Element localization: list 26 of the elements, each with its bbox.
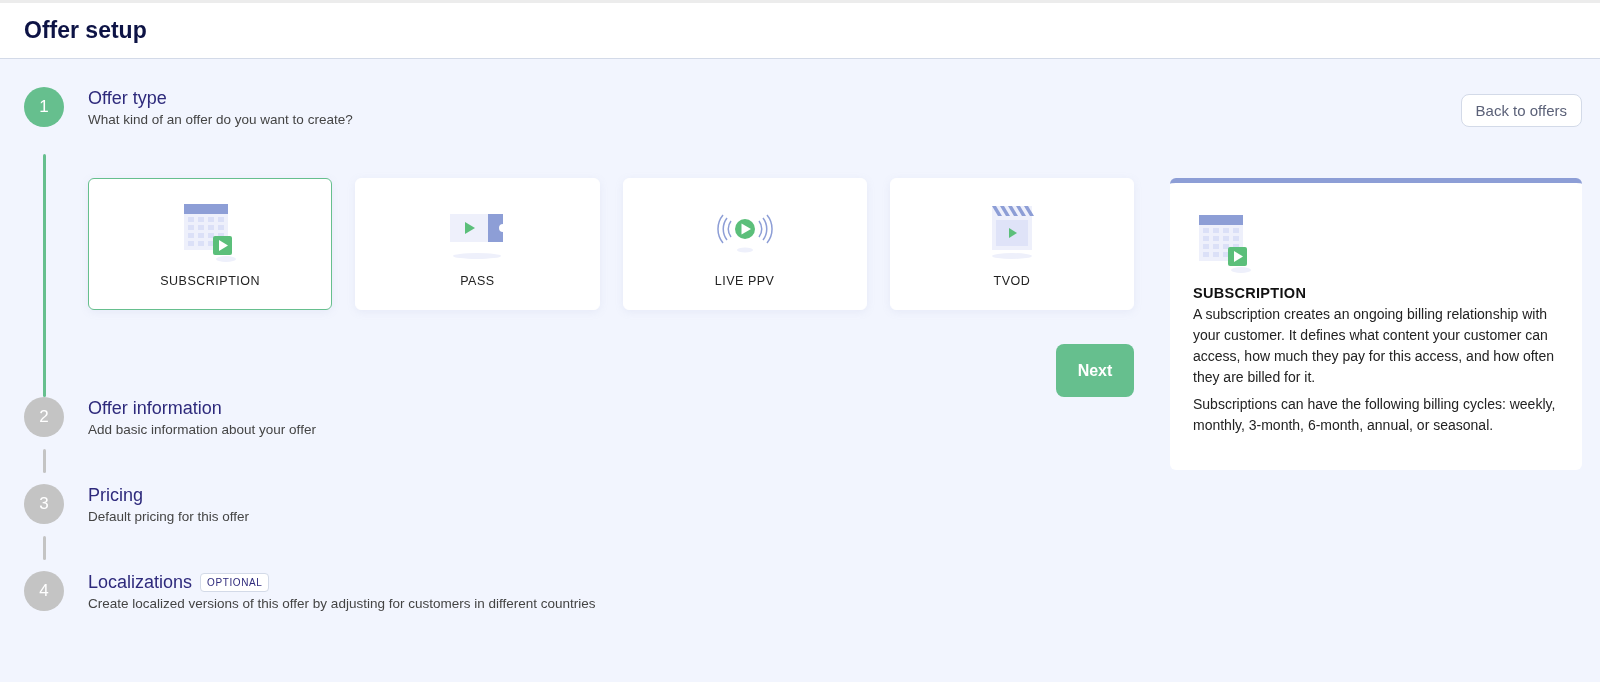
step-description: Default pricing for this offer bbox=[88, 509, 250, 524]
step-number: 1 bbox=[24, 87, 64, 127]
optional-badge: OPTIONAL bbox=[200, 572, 270, 592]
step-description: Create localized versions of this offer by adjusting for customers in different countries bbox=[88, 596, 596, 611]
offer-type-label: PASS bbox=[460, 274, 495, 288]
info-title: SUBSCRIPTION bbox=[1193, 285, 1308, 301]
step-title: Pricing bbox=[88, 485, 144, 506]
step-number: 3 bbox=[24, 484, 64, 524]
back-button[interactable]: Back to offers bbox=[1460, 94, 1582, 127]
offer-type-label: SUBSCRIPTION bbox=[160, 274, 260, 288]
offer-type-card[interactable]: PASS bbox=[355, 178, 600, 310]
step-number: 4 bbox=[24, 571, 64, 611]
step-title: Offer information bbox=[88, 398, 222, 419]
offer-type-label: LIVE PPV bbox=[714, 274, 775, 288]
step-description: What kind of an offer do you want to create? bbox=[88, 112, 353, 127]
step-title: Offer type bbox=[88, 88, 167, 109]
offer-type-card[interactable]: SUBSCRIPTION bbox=[88, 178, 333, 310]
info-text: A subscription creates an ongoing billing relationship with your customer. It defines what content your customer can access, how much they pay for this access, and how often they are billed for it. bbox=[1193, 305, 1556, 387]
step-description: Add basic information about your offer bbox=[88, 422, 316, 437]
info-text: Subscriptions can have the following billing cycles: weekly, monthly, 3-month, 6-month, annual, or seasonal. bbox=[1193, 395, 1557, 435]
page-title: Offer setup bbox=[24, 17, 147, 44]
offer-type-card[interactable]: TVOD bbox=[889, 178, 1134, 310]
offer-type-label: TVOD bbox=[993, 274, 1031, 288]
step-title: Localizations bbox=[88, 572, 193, 593]
offer-type-card[interactable]: LIVE PPV bbox=[622, 178, 867, 310]
step-number: 2 bbox=[24, 397, 64, 437]
